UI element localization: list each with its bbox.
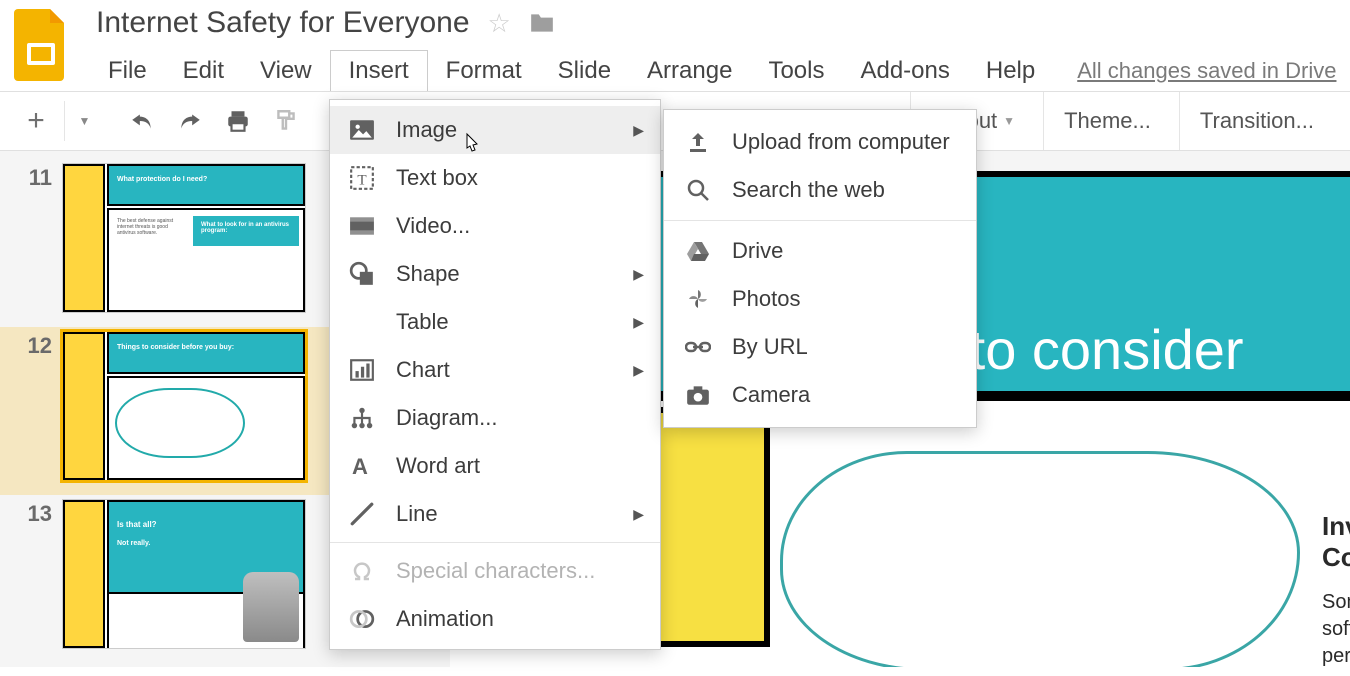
paint-format-button[interactable] bbox=[266, 101, 306, 141]
chart-icon bbox=[348, 358, 376, 382]
animation-icon bbox=[348, 606, 376, 632]
slide-p1: Some computers come with security softwa… bbox=[1322, 589, 1350, 667]
menu-image[interactable]: Image ▶ bbox=[330, 106, 660, 154]
menu-view[interactable]: View bbox=[242, 51, 330, 91]
image-icon bbox=[348, 119, 376, 141]
camera-icon bbox=[684, 384, 712, 406]
menu-edit[interactable]: Edit bbox=[165, 51, 242, 91]
submenu-arrow-icon: ▶ bbox=[633, 122, 644, 139]
photos-icon bbox=[684, 287, 712, 311]
menu-shape[interactable]: Shape ▶ bbox=[330, 250, 660, 298]
thumb-number: 13 bbox=[6, 499, 52, 527]
search-icon bbox=[684, 178, 712, 202]
submenu-photos[interactable]: Photos bbox=[664, 275, 976, 323]
menu-format[interactable]: Format bbox=[428, 51, 540, 91]
thumb-preview: Things to consider before you buy: bbox=[62, 331, 306, 481]
insert-dropdown: Image ▶ T Text box Video... Shape ▶ Tabl… bbox=[329, 99, 661, 650]
menu-video[interactable]: Video... bbox=[330, 202, 660, 250]
menu-wordart[interactable]: A Word art bbox=[330, 442, 660, 490]
diagram-icon bbox=[348, 406, 376, 430]
line-icon bbox=[348, 501, 376, 527]
folder-icon[interactable] bbox=[529, 12, 555, 34]
menu-chart[interactable]: Chart ▶ bbox=[330, 346, 660, 394]
menu-table[interactable]: Table ▶ bbox=[330, 298, 660, 346]
svg-text:T: T bbox=[357, 172, 366, 189]
save-status[interactable]: All changes saved in Drive bbox=[1077, 58, 1336, 84]
video-icon bbox=[348, 215, 376, 237]
transition-button[interactable]: Transition... bbox=[1179, 92, 1334, 150]
thumb-preview: What protection do I need? What to look … bbox=[62, 163, 306, 313]
redo-button[interactable] bbox=[170, 101, 210, 141]
thumbnail-panel: 11 What protection do I need? What to lo… bbox=[0, 151, 330, 667]
undo-button[interactable] bbox=[122, 101, 162, 141]
slides-logo bbox=[10, 6, 72, 84]
header: Internet Safety for Everyone ☆ File Edit… bbox=[0, 0, 1350, 91]
menu-line[interactable]: Line ▶ bbox=[330, 490, 660, 538]
submenu-arrow-icon: ▶ bbox=[633, 506, 644, 523]
submenu-arrow-icon: ▶ bbox=[633, 314, 644, 331]
theme-button[interactable]: Theme... bbox=[1043, 92, 1171, 150]
new-slide-button[interactable]: + bbox=[16, 101, 56, 141]
thumb-number: 12 bbox=[6, 331, 52, 359]
menu-bar: File Edit View Insert Format Slide Arran… bbox=[90, 50, 1340, 91]
thumb-number: 11 bbox=[6, 163, 52, 191]
upload-icon bbox=[684, 130, 712, 154]
submenu-upload[interactable]: Upload from computer bbox=[664, 118, 976, 166]
submenu-arrow-icon: ▶ bbox=[633, 266, 644, 283]
menu-animation[interactable]: Animation bbox=[330, 595, 660, 643]
menu-special-characters: Special characters... bbox=[330, 547, 660, 595]
menu-file[interactable]: File bbox=[90, 51, 165, 91]
link-icon bbox=[684, 340, 712, 354]
star-icon[interactable]: ☆ bbox=[488, 8, 511, 39]
submenu-camera[interactable]: Camera bbox=[664, 371, 976, 419]
print-button[interactable] bbox=[218, 101, 258, 141]
menu-addons[interactable]: Add-ons bbox=[842, 51, 967, 91]
menu-diagram[interactable]: Diagram... bbox=[330, 394, 660, 442]
submenu-drive[interactable]: Drive bbox=[664, 227, 976, 275]
submenu-arrow-icon: ▶ bbox=[633, 362, 644, 379]
new-slide-dropdown[interactable]: ▼ bbox=[64, 101, 104, 141]
submenu-by-url[interactable]: By URL bbox=[664, 323, 976, 371]
menu-tools[interactable]: Tools bbox=[750, 51, 842, 91]
drive-icon bbox=[684, 240, 712, 262]
menu-help[interactable]: Help bbox=[968, 51, 1053, 91]
shape-icon bbox=[348, 261, 376, 287]
submenu-search-web[interactable]: Search the web bbox=[664, 166, 976, 214]
omega-icon bbox=[348, 559, 376, 583]
menu-slide[interactable]: Slide bbox=[540, 51, 629, 91]
slide-h1: Investigate Your Computer bbox=[1322, 511, 1350, 573]
title-area: Internet Safety for Everyone ☆ File Edit… bbox=[90, 6, 1340, 91]
thumbnail-12[interactable]: 12 Things to consider before you buy: bbox=[0, 327, 330, 495]
thumbnail-11[interactable]: 11 What protection do I need? What to lo… bbox=[0, 159, 330, 327]
menu-textbox[interactable]: T Text box bbox=[330, 154, 660, 202]
doc-title[interactable]: Internet Safety for Everyone bbox=[96, 6, 470, 40]
thumbnail-13[interactable]: 13 Is that all? Not really. bbox=[0, 495, 330, 663]
textbox-icon: T bbox=[348, 165, 376, 191]
image-submenu: Upload from computer Search the web Driv… bbox=[663, 109, 977, 428]
svg-text:A: A bbox=[352, 454, 368, 478]
thumb-preview: Is that all? Not really. bbox=[62, 499, 306, 649]
menu-arrange[interactable]: Arrange bbox=[629, 51, 750, 91]
menu-insert[interactable]: Insert bbox=[330, 50, 428, 91]
wordart-icon: A bbox=[348, 454, 376, 478]
